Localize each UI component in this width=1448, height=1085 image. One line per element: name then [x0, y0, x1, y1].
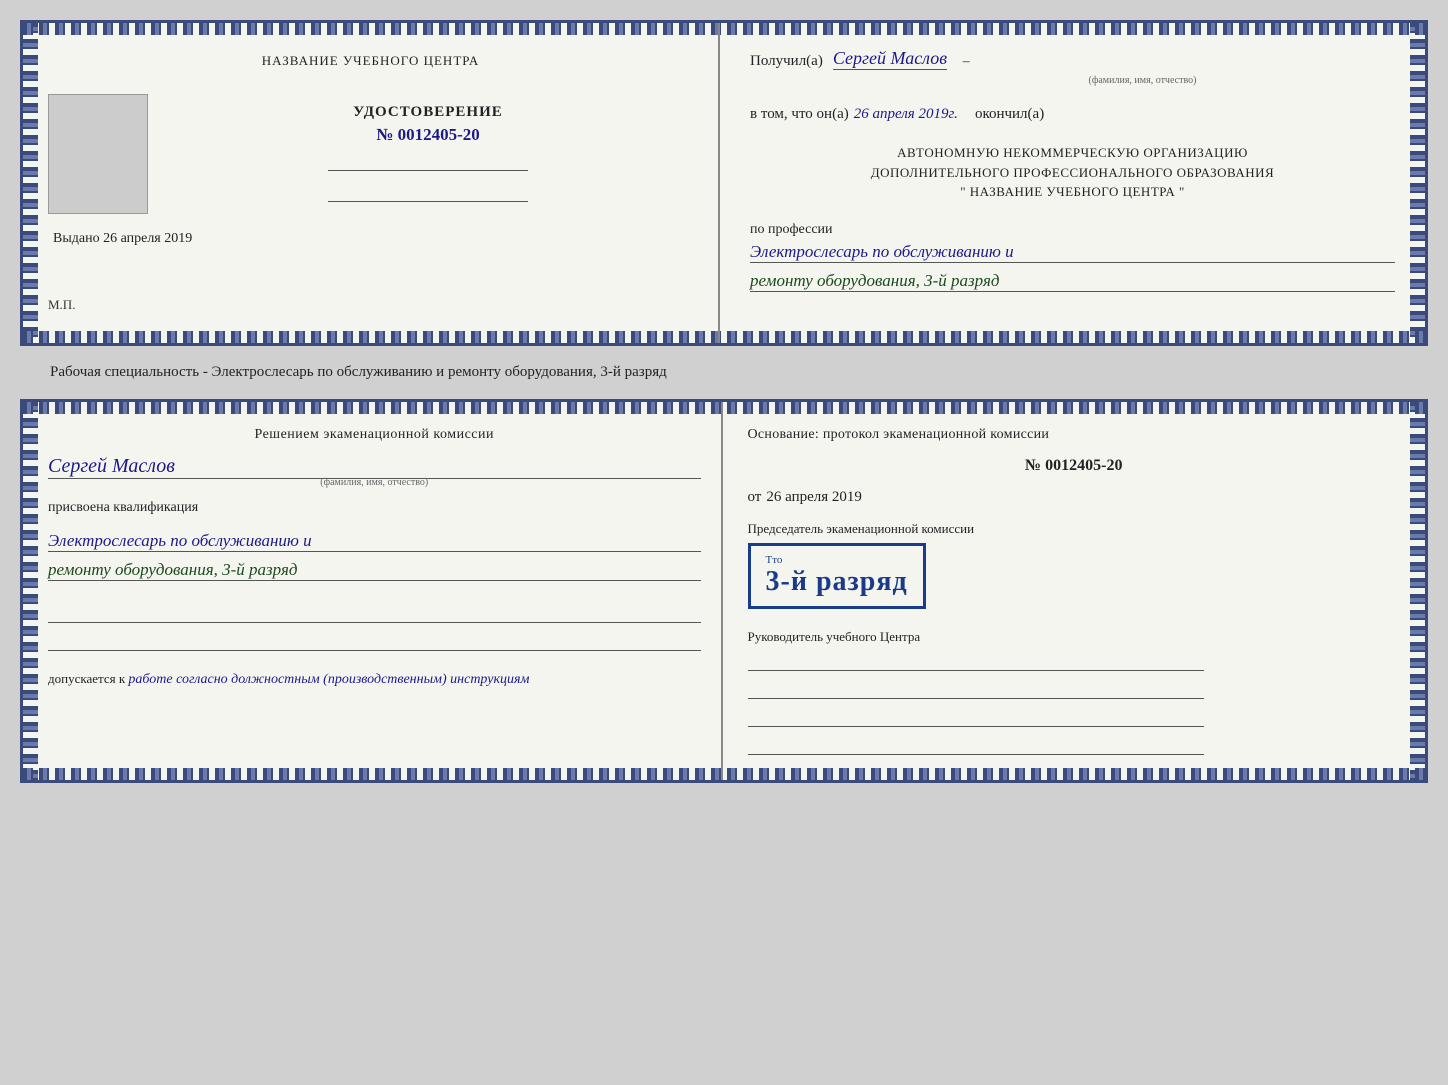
top-document: НАЗВАНИЕ УЧЕБНОГО ЦЕНТРА УДОСТОВЕРЕНИЕ №…: [20, 20, 1428, 346]
head-label: Руководитель учебного Центра: [748, 628, 1401, 646]
sig-line-2: [48, 631, 701, 651]
basis-text: Основание: протокол экаменационной комис…: [748, 427, 1401, 443]
photo-placeholder: [48, 94, 148, 214]
stamp-box: Tто 3-й разряд: [748, 543, 926, 609]
signature-line-2: [328, 201, 528, 202]
commission-title: Решением экаменационной комиссии: [48, 427, 701, 443]
received-row: Получил(а) Сергей Маслов –: [750, 48, 1395, 70]
issued-date: Выдано 26 апреля 2019: [53, 231, 192, 246]
profession-block: по профессии Электрослесарь по обслужива…: [750, 222, 1395, 292]
cert-number: № 0012405-20: [353, 125, 503, 145]
org-title-top: НАЗВАНИЕ УЧЕБНОГО ЦЕНТРА: [262, 53, 479, 69]
doc-date-value: 26 апреля 2019: [766, 489, 862, 506]
bottom-sig-lines: [748, 651, 1401, 755]
in-that-date: 26 апреля 2019г.: [854, 106, 958, 123]
bottom-sig-line-4: [748, 735, 1205, 755]
middle-text: Рабочая специальность - Электрослесарь п…: [20, 356, 1428, 389]
head-block: Руководитель учебного Центра: [748, 628, 1401, 755]
bottom-sig-line-1: [748, 651, 1205, 671]
stamp-text: 3-й разряд: [766, 566, 908, 598]
doc-date-row: от 26 апреля 2019: [748, 489, 1401, 506]
top-right-panel: Получил(а) Сергей Маслов – (фамилия, имя…: [720, 23, 1425, 343]
person-name-hw: Сергей Маслов: [48, 455, 701, 479]
allowed-text: работе согласно должностным (производств…: [128, 672, 529, 687]
bottom-sig-line-2: [748, 679, 1205, 699]
allowed-block: допускается к работе согласно должностны…: [48, 671, 701, 688]
org-line1: АВТОНОМНУЮ НЕКОММЕРЧЕСКУЮ ОРГАНИЗАЦИЮ: [750, 143, 1395, 163]
profession-label: по профессии: [750, 222, 1395, 238]
finished-label: окончил(а): [975, 106, 1044, 123]
org-line2: ДОПОЛНИТЕЛЬНОГО ПРОФЕССИОНАЛЬНОГО ОБРАЗО…: [750, 163, 1395, 183]
doc-date-label: от: [748, 489, 762, 506]
qual-line1: Электрослесарь по обслуживанию и: [48, 531, 701, 552]
person-name-block: Сергей Маслов (фамилия, имя, отчество): [48, 455, 701, 488]
allowed-label: допускается к: [48, 671, 125, 686]
received-label: Получил(а): [750, 53, 823, 70]
sig-lines-block: [48, 603, 701, 651]
profession-line2: ремонту оборудования, 3-й разряд: [750, 271, 1395, 292]
qualification-block: Электрослесарь по обслуживанию и ремонту…: [48, 528, 701, 581]
assigned-label: присвоена квалификация: [48, 500, 701, 516]
date-row: в том, что он(а) 26 апреля 2019г. окончи…: [750, 106, 1395, 123]
chairman-block: Председатель экаменационной комиссии Tто…: [748, 520, 1401, 614]
fio-label-top: (фамилия, имя, отчество): [890, 75, 1395, 86]
received-name: Сергей Маслов: [833, 48, 947, 70]
doc-number: № 0012405-20: [748, 457, 1401, 475]
org-line3: " НАЗВАНИЕ УЧЕБНОГО ЦЕНТРА ": [750, 182, 1395, 202]
chairman-label: Председатель экаменационной комиссии: [748, 520, 1401, 538]
qual-line2: ремонту оборудования, 3-й разряд: [48, 560, 701, 581]
in-that-label: в том, что он(а): [750, 106, 849, 123]
sig-line-1: [48, 603, 701, 623]
org-full-block: АВТОНОМНУЮ НЕКОММЕРЧЕСКУЮ ОРГАНИЗАЦИЮ ДО…: [750, 143, 1395, 202]
bottom-document: Решением экаменационной комиссии Сергей …: [20, 399, 1428, 783]
bottom-left-panel: Решением экаменационной комиссии Сергей …: [23, 402, 723, 780]
cert-title: УДОСТОВЕРЕНИЕ: [353, 104, 503, 121]
bottom-sig-line-3: [748, 707, 1205, 727]
signature-line-1: [328, 170, 528, 171]
fio-label-bottom: (фамилия, имя, отчество): [48, 477, 701, 488]
profession-line1: Электрослесарь по обслуживанию и: [750, 242, 1395, 263]
bottom-right-panel: Основание: протокол экаменационной комис…: [723, 402, 1426, 780]
mp-label: М.П.: [48, 297, 75, 313]
